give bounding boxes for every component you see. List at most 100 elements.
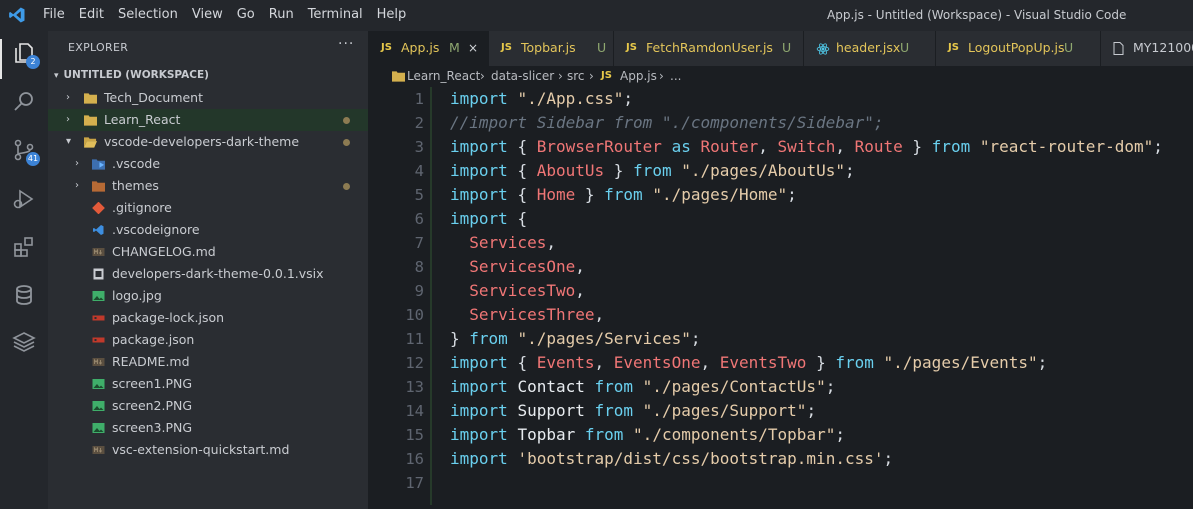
tree-file-package-lock[interactable]: package-lock.json bbox=[48, 307, 368, 329]
activity-bar: 2 41 bbox=[0, 31, 48, 509]
breadcrumb-item[interactable]: ... bbox=[670, 66, 681, 86]
code-token: import bbox=[450, 209, 518, 228]
code-token: from bbox=[604, 185, 653, 204]
breadcrumb-item[interactable]: src bbox=[567, 66, 585, 86]
breadcrumb-item[interactable]: data-slicer bbox=[491, 66, 554, 86]
explorer-badge: 2 bbox=[26, 55, 40, 69]
code-token: , bbox=[594, 305, 605, 324]
layers-icon[interactable] bbox=[12, 330, 36, 354]
tree-file-screen1[interactable]: screen1.PNG bbox=[48, 373, 368, 395]
menu-go[interactable]: Go bbox=[237, 7, 255, 22]
tree-item-label: package-lock.json bbox=[112, 310, 225, 325]
menu-help[interactable]: Help bbox=[377, 7, 407, 22]
source-control-icon[interactable]: 41 bbox=[12, 138, 40, 166]
tree-file-vsix[interactable]: developers-dark-theme-0.0.1.vsix bbox=[48, 263, 368, 285]
tree-file-vscodeignore[interactable]: .vscodeignore bbox=[48, 219, 368, 241]
explorer-icon[interactable]: 2 bbox=[12, 41, 40, 69]
tree-item-label: vscode-developers-dark-theme bbox=[104, 134, 300, 149]
code-token: "./pages/Support" bbox=[642, 401, 807, 420]
markdown-icon bbox=[92, 248, 105, 256]
search-icon[interactable] bbox=[12, 90, 36, 114]
code-text: ServicesTwo, bbox=[450, 279, 585, 303]
code-token: ServicesTwo bbox=[469, 281, 576, 300]
tree-file-quickstart[interactable]: vsc-extension-quickstart.md bbox=[48, 439, 368, 461]
code-token: Services bbox=[469, 233, 547, 252]
explorer-title: EXPLORER bbox=[68, 41, 129, 54]
tree-file-screen2[interactable]: screen2.PNG bbox=[48, 395, 368, 417]
line-number: 1 bbox=[414, 90, 424, 108]
tab-my121000[interactable]: MY121000 bbox=[1101, 31, 1193, 66]
tab-logoutpopup-js[interactable]: JS LogoutPopUp.js U bbox=[936, 31, 1101, 66]
menu-terminal[interactable]: Terminal bbox=[308, 7, 363, 22]
line-number: 16 bbox=[405, 450, 424, 468]
tree-folder-learn-react[interactable]: › Learn_React bbox=[48, 109, 368, 131]
code-token: { bbox=[517, 161, 537, 180]
tree-item-label: package.json bbox=[112, 332, 195, 347]
code-token: as bbox=[661, 137, 701, 156]
code-token: { bbox=[517, 353, 537, 372]
code-token: "./pages/ContactUs" bbox=[642, 377, 826, 396]
untracked-marker: U bbox=[597, 40, 607, 55]
vscode-logo-icon[interactable] bbox=[8, 6, 26, 24]
line-number: 4 bbox=[414, 162, 424, 180]
menu-selection[interactable]: Selection bbox=[118, 7, 178, 22]
line-number: 12 bbox=[405, 354, 424, 372]
chevron-right-icon: › bbox=[75, 158, 79, 169]
line-number: 9 bbox=[414, 282, 424, 300]
tree-folder-vscode-developers-dark-theme[interactable]: ▾ vscode-developers-dark-theme bbox=[48, 131, 368, 153]
menu-file[interactable]: File bbox=[43, 7, 65, 22]
tree-item-label: screen2.PNG bbox=[112, 398, 193, 413]
breadcrumb-item[interactable]: App.js bbox=[620, 66, 657, 86]
more-actions-icon[interactable]: ··· bbox=[338, 36, 354, 52]
tree-file-gitignore[interactable]: .gitignore bbox=[48, 197, 368, 219]
close-icon[interactable]: × bbox=[468, 31, 478, 65]
tab-topbar-js[interactable]: JS Topbar.js U bbox=[489, 31, 614, 66]
image-icon bbox=[92, 401, 105, 411]
tab-label: App.js bbox=[401, 40, 440, 55]
code-text: import { Events, EventsOne, EventsTwo } … bbox=[450, 351, 1047, 375]
code-text: ServicesThree, bbox=[450, 303, 604, 327]
tab-label: header.jsx bbox=[836, 40, 901, 55]
code-token: import bbox=[450, 401, 518, 420]
breadcrumb-item[interactable]: Learn_React bbox=[407, 66, 480, 86]
tab-header-jsx[interactable]: header.jsx U bbox=[804, 31, 936, 66]
code-token: "./pages/Services" bbox=[517, 329, 691, 348]
tab-app-js[interactable]: JS App.js M × bbox=[369, 31, 489, 66]
menu-view[interactable]: View bbox=[192, 7, 223, 22]
tab-label: Topbar.js bbox=[521, 40, 576, 55]
code-token: ; bbox=[623, 89, 634, 108]
tree-file-package[interactable]: package.json bbox=[48, 329, 368, 351]
tree-item-label: themes bbox=[112, 178, 159, 193]
code-token: 'bootstrap/dist/css/bootstrap.min.css' bbox=[517, 449, 884, 468]
tree-folder-tech-document[interactable]: › Tech_Document bbox=[48, 87, 368, 109]
workspace-title[interactable]: ▾ UNTITLED (WORKSPACE) bbox=[54, 69, 209, 81]
code-token: { bbox=[517, 209, 528, 228]
folder-icon bbox=[84, 115, 97, 126]
extensions-icon[interactable] bbox=[12, 235, 36, 259]
tree-file-logo[interactable]: logo.jpg bbox=[48, 285, 368, 307]
code-token: ; bbox=[825, 377, 836, 396]
tab-fetchramdonuser-js[interactable]: JS FetchRamdonUser.js U bbox=[614, 31, 804, 66]
menu-run[interactable]: Run bbox=[269, 7, 294, 22]
code-token: from bbox=[469, 329, 518, 348]
modified-dot bbox=[343, 183, 350, 190]
breadcrumb: Learn_React › data-slicer › src › JS App… bbox=[369, 66, 1193, 86]
js-file-icon: JS bbox=[626, 42, 637, 53]
code-token: Route bbox=[854, 137, 903, 156]
tree-file-changelog[interactable]: CHANGELOG.md bbox=[48, 241, 368, 263]
tree-file-readme[interactable]: README.md bbox=[48, 351, 368, 373]
js-file-icon: JS bbox=[948, 42, 959, 53]
tree-file-screen3[interactable]: screen3.PNG bbox=[48, 417, 368, 439]
line-number: 2 bbox=[414, 114, 424, 132]
code-token: ; bbox=[806, 401, 817, 420]
tree-folder-vscode[interactable]: › .vscode bbox=[48, 153, 368, 175]
code-text: ServicesOne, bbox=[450, 255, 585, 279]
run-debug-icon[interactable] bbox=[12, 187, 36, 211]
react-icon bbox=[816, 43, 830, 55]
code-token: } bbox=[806, 353, 836, 372]
folder-themes-icon bbox=[92, 181, 105, 192]
code-token: import bbox=[450, 353, 518, 372]
menu-edit[interactable]: Edit bbox=[79, 7, 104, 22]
database-icon[interactable] bbox=[12, 283, 36, 307]
tree-folder-themes[interactable]: › themes bbox=[48, 175, 368, 197]
